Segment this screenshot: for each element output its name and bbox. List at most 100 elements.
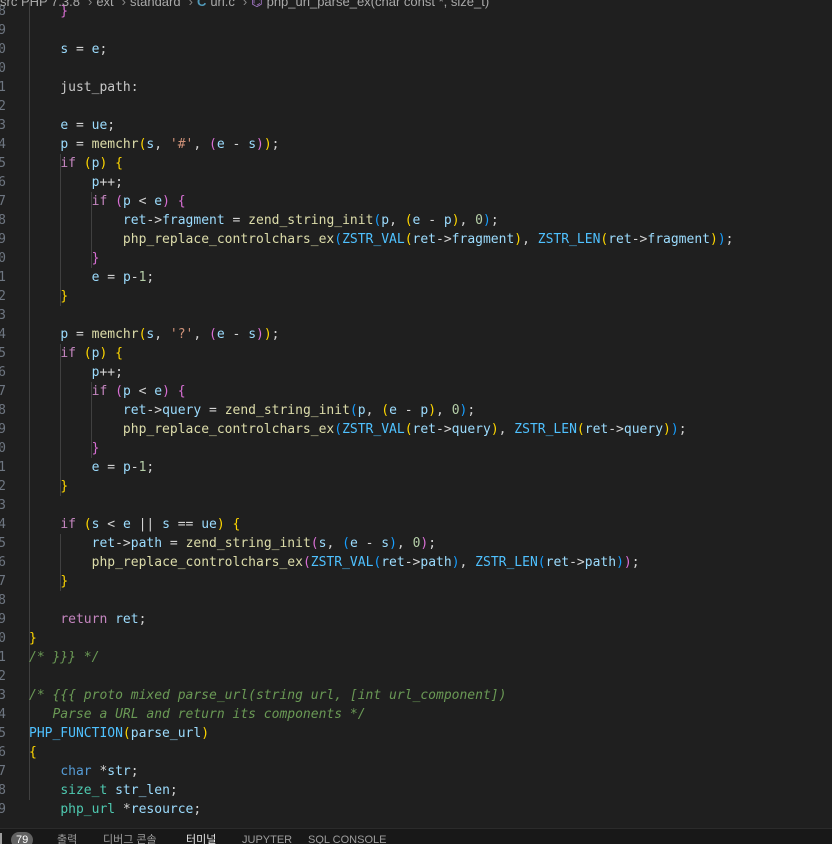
code-line[interactable]: 1 e = p-1; <box>0 268 832 287</box>
code-line[interactable]: 1 e = p-1; <box>0 458 832 477</box>
code-line[interactable]: 0 s = e; <box>0 40 832 59</box>
breadcrumb-item-standard[interactable]: standard <box>130 0 181 9</box>
code-line[interactable]: 2 } <box>0 287 832 306</box>
code-line[interactable]: 9 php_replace_controlchars_ex(ZSTR_VAL(r… <box>0 230 832 249</box>
code-token: query <box>162 403 202 418</box>
line-number: 5 <box>0 156 6 171</box>
code-line[interactable]: 1 just_path: <box>0 78 832 97</box>
code-line[interactable]: 6{ <box>0 743 832 762</box>
code-token: just_path: <box>29 80 139 95</box>
code-token: path <box>584 555 617 570</box>
code-line[interactable]: 4 Parse a URL and return its components … <box>0 705 832 724</box>
code-line[interactable]: 5 PHP_FUNCTION(parse_url) <box>0 724 832 743</box>
code-line[interactable]: 4 p = memchr(s, '?', (e - s)); <box>0 325 832 344</box>
code-text: if (p) { <box>29 154 123 173</box>
code-token: { <box>177 194 186 209</box>
code-token: ZSTR_LEN <box>537 232 601 247</box>
code-line[interactable]: 2 <box>0 97 832 116</box>
line-number: 0 <box>0 631 6 646</box>
tab-sql-console[interactable]: SQL CONSOLE <box>308 833 386 844</box>
code-text: } <box>29 287 68 306</box>
code-line[interactable]: 9 php_replace_controlchars_ex(ZSTR_VAL(r… <box>0 420 832 439</box>
breadcrumb-item-ext[interactable]: ext <box>96 0 113 9</box>
code-text: just_path: <box>29 78 139 97</box>
code-line[interactable]: 8 size_t str_len; <box>0 781 832 800</box>
code-line[interactable]: 5 if (p) { <box>0 344 832 363</box>
code-line[interactable]: 3 <box>0 306 832 325</box>
code-token: - <box>396 403 421 418</box>
code-line[interactable]: 7 if (p < e) { <box>0 382 832 401</box>
breadcrumb-item-root[interactable]: src PHP 7.3.8 <box>0 0 80 9</box>
code-line[interactable]: 1 /* }}} */ <box>0 648 832 667</box>
code-line[interactable]: 5 ret->path = zend_string_init(s, (e - s… <box>0 534 832 553</box>
line-number: 7 <box>0 384 6 399</box>
code-line[interactable]: 6 php_replace_controlchars_ex(ZSTR_VAL(r… <box>0 553 832 572</box>
code-line[interactable]: 7 if (p < e) { <box>0 192 832 211</box>
code-line[interactable]: 0 } <box>0 249 832 268</box>
code-line[interactable]: 4 if (s < e || s == ue) { <box>0 515 832 534</box>
code-token: ret <box>608 232 632 247</box>
code-token: ; <box>271 327 280 342</box>
code-token: = <box>68 118 92 133</box>
code-token: if <box>60 156 76 171</box>
code-line[interactable]: 6 p++; <box>0 363 832 382</box>
code-text: char *str; <box>29 762 138 781</box>
code-text: if (p < e) { <box>29 382 186 401</box>
code-line[interactable]: 5 if (p) { <box>0 154 832 173</box>
code-text: size_t str_len; <box>29 781 178 800</box>
code-line[interactable]: 0 <box>0 59 832 78</box>
code-line[interactable]: 2 <box>0 667 832 686</box>
code-line[interactable]: 9 <box>0 21 832 40</box>
breadcrumb-item-symbol[interactable]: php_url_parse_ex(char const *, size_t) <box>267 0 490 9</box>
code-token: query <box>451 422 491 437</box>
code-line[interactable]: 6 p++; <box>0 173 832 192</box>
code-token: -> <box>569 555 585 570</box>
code-line[interactable]: 4 p = memchr(s, '#', (e - s)); <box>0 135 832 154</box>
code-token: php_url <box>60 802 116 817</box>
code-line[interactable]: 0 } <box>0 439 832 458</box>
code-text: } <box>29 572 68 591</box>
code-token: ; <box>169 783 178 798</box>
tab-output[interactable]: 출력 <box>57 833 77 844</box>
code-line[interactable]: 8 ret->query = zend_string_init(p, (e - … <box>0 401 832 420</box>
tab-debug-console[interactable]: 디버그 콘솔 <box>103 833 157 844</box>
code-line[interactable]: 9 php_url *resource; <box>0 800 832 819</box>
code-text: p = memchr(s, '?', (e - s)); <box>29 325 280 344</box>
code-line[interactable]: 3 e = ue; <box>0 116 832 135</box>
code-token: ; <box>428 536 437 551</box>
breadcrumb-item-file[interactable]: url.c <box>210 0 235 9</box>
code-text: php_replace_controlchars_ex(ZSTR_VAL(ret… <box>29 420 687 439</box>
code-editor[interactable]: 8 } 9 0 s = e; 0 1 just_path: 2 3 e = ue; 4 p =… <box>0 0 832 828</box>
code-token: ( <box>209 327 217 342</box>
problems-count-badge[interactable]: 79 <box>11 832 34 844</box>
code-token: || <box>130 517 163 532</box>
tab-terminal[interactable]: 터미널 <box>186 833 216 844</box>
code-token: e <box>216 137 225 152</box>
code-line[interactable]: 7 char *str; <box>0 762 832 781</box>
code-token: { <box>29 745 37 760</box>
code-token: str_len <box>115 783 170 798</box>
code-token: { <box>232 517 241 532</box>
code-line[interactable]: 8 ret->fragment = zend_string_init(p, (e… <box>0 211 832 230</box>
code-line[interactable]: 2 } <box>0 477 832 496</box>
code-token: , <box>522 232 538 247</box>
code-line[interactable]: 3 <box>0 496 832 515</box>
code-token: - <box>420 213 444 228</box>
code-line[interactable]: 8 <box>0 591 832 610</box>
tab-jupyter[interactable]: JUPYTER <box>242 833 292 844</box>
code-line[interactable]: 0} <box>0 629 832 648</box>
code-token: ) <box>451 555 460 570</box>
code-line[interactable]: 3 /* {{{ proto mixed parse_url(string url… <box>0 686 832 705</box>
code-token: ZSTR_LEN <box>514 422 577 437</box>
code-token: s <box>248 137 257 152</box>
code-line[interactable]: 9 return ret; <box>0 610 832 629</box>
code-line[interactable]: 7 } <box>0 572 832 591</box>
code-token: -> <box>146 213 163 228</box>
